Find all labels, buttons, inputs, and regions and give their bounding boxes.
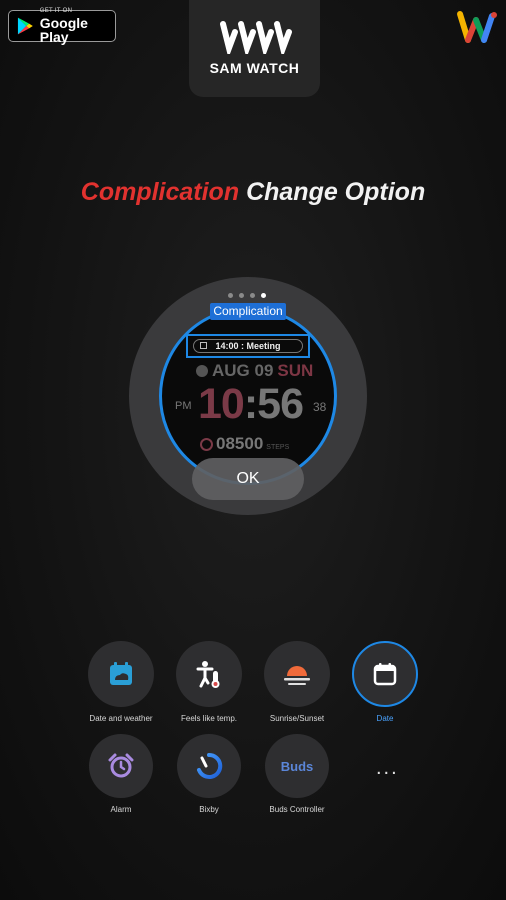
complication-slot-selected[interactable]: 14:00 : Meeting: [186, 334, 310, 358]
complication-option-date-and-weather[interactable]: Date and weather: [73, 641, 169, 723]
ok-button[interactable]: OK: [192, 458, 304, 500]
feels-like-temp-icon: [196, 661, 220, 688]
calendar-small-icon: [200, 342, 207, 349]
watch-steps: 08500 STEPS: [200, 434, 289, 454]
sunrise-sunset-icon: [284, 666, 310, 685]
meeting-text: 14:00 : Meeting: [215, 341, 281, 351]
complication-option-circle: [89, 734, 153, 798]
complication-tag: Complication: [210, 303, 286, 320]
complication-option-circle: [176, 641, 242, 707]
page-dot[interactable]: [239, 293, 244, 298]
complication-option-bixby[interactable]: Bixby: [161, 734, 257, 814]
weather-moon-icon: [196, 365, 208, 377]
steps-count: 08500: [216, 434, 264, 453]
buds-icon: Buds: [280, 758, 314, 774]
watch-month-day: AUG 09: [212, 361, 274, 380]
watch-hour: 10: [198, 380, 245, 428]
complication-option-label: Sunrise/Sunset: [269, 714, 325, 723]
sam-watch-logo-mark-icon: [219, 21, 292, 54]
complication-option-label: Feels like temp.: [180, 714, 238, 723]
complication-option-alarm[interactable]: Alarm: [73, 734, 169, 814]
complication-option-circle: Buds: [265, 734, 329, 798]
steps-label: STEPS: [266, 444, 290, 451]
complication-option-circle: [177, 734, 241, 798]
page-dot-active[interactable]: [261, 293, 266, 298]
steps-ring-icon: [200, 438, 213, 451]
complication-option-label: Date: [376, 714, 394, 723]
title-rest: Change Option: [246, 178, 426, 206]
complication-option-sunrise-sunset[interactable]: Sunrise/Sunset: [249, 641, 345, 723]
complication-option-circle: [88, 641, 154, 707]
google-play-small-text: GET IT ON: [39, 8, 73, 14]
complication-option-circle: [264, 641, 330, 707]
complication-option-label: Alarm: [110, 805, 132, 814]
calendar-icon: [373, 663, 397, 686]
title-highlight: Complication: [80, 178, 240, 206]
page-dot[interactable]: [228, 293, 233, 298]
watch-ampm: PM: [175, 400, 192, 412]
watch-minute: 56: [257, 380, 304, 428]
complication-option-buds-controller[interactable]: Buds Buds Controller: [249, 734, 345, 814]
sam-watch-logo: SAM WATCH: [189, 0, 320, 97]
meeting-complication: 14:00 : Meeting: [193, 339, 303, 353]
w-brand-logo-icon: [457, 11, 497, 43]
complication-option-circle-selected: [352, 641, 418, 707]
google-play-icon: [17, 17, 33, 35]
watch-date: AUG 09 SUN: [196, 361, 313, 381]
page-indicator: [228, 293, 266, 298]
watch-time: 10:56: [198, 380, 304, 429]
bixby-icon: [197, 752, 223, 779]
complication-option-label: Bixby: [199, 805, 219, 814]
more-options-button[interactable]: ...: [376, 757, 399, 780]
complication-option-date[interactable]: Date: [337, 641, 433, 723]
page-dot[interactable]: [250, 293, 255, 298]
calendar-weather-icon: [110, 662, 132, 685]
watch-seconds: 38: [313, 400, 327, 414]
sam-watch-logo-text: SAM WATCH: [209, 60, 300, 76]
complication-option-label: Buds Controller: [269, 805, 325, 814]
alarm-clock-icon: [108, 753, 134, 778]
google-play-big-text: Google Play: [39, 15, 88, 45]
page-title: Complication Change Option: [0, 178, 506, 207]
complication-option-label: Date and weather: [89, 714, 153, 723]
watch-weekday: SUN: [277, 361, 314, 380]
watch-colon: :: [243, 380, 258, 428]
complication-option-feels-like-temp[interactable]: Feels like temp.: [161, 641, 257, 723]
google-play-badge[interactable]: GET IT ON Google Play: [8, 8, 116, 45]
